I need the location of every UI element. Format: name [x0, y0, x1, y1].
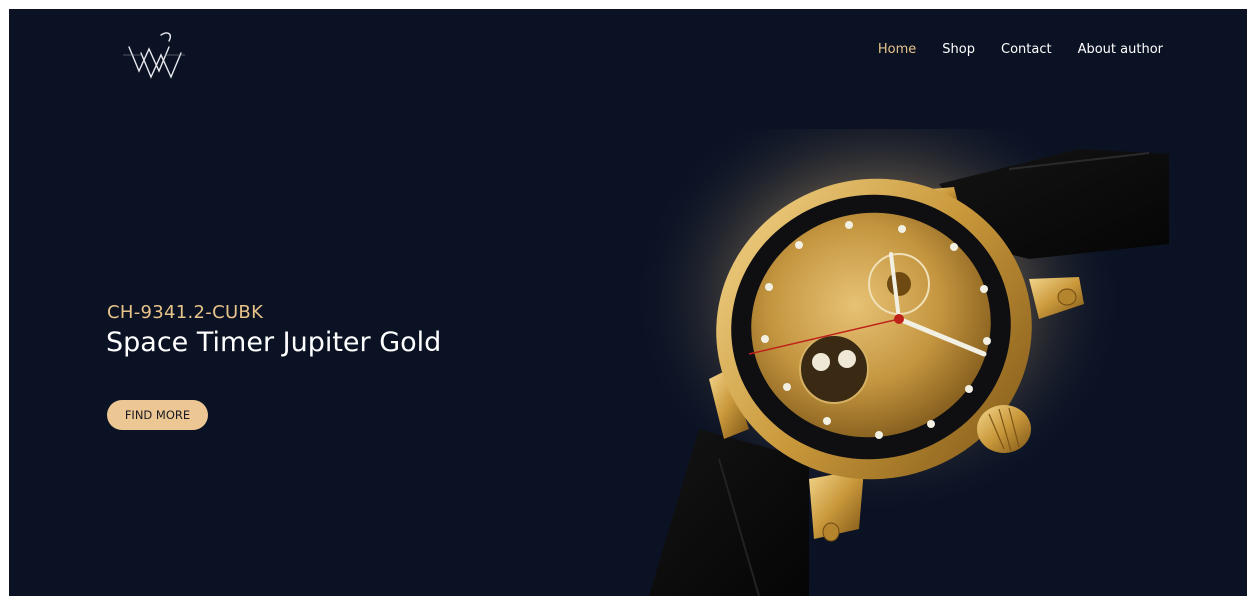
wv-monogram-logo[interactable] — [121, 27, 187, 83]
page-frame: Home Shop Contact About author CH-9341.2… — [9, 9, 1247, 596]
gold-wristwatch-image — [629, 129, 1169, 596]
find-more-button[interactable]: FIND MORE — [107, 400, 208, 430]
nav-shop-link[interactable]: Shop — [942, 40, 975, 60]
nav-about-author-link[interactable]: About author — [1078, 40, 1163, 60]
main-nav: Home Shop Contact About author — [878, 40, 1163, 60]
product-title: Space Timer Jupiter Gold — [106, 327, 442, 358]
nav-contact-link[interactable]: Contact — [1001, 40, 1052, 60]
nav-home-link[interactable]: Home — [878, 40, 916, 60]
model-code: CH-9341.2-CUBK — [107, 302, 264, 323]
